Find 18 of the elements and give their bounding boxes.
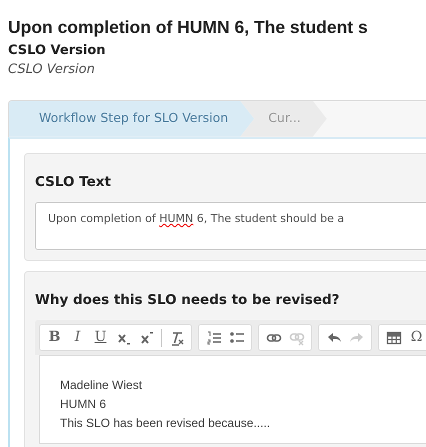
bulleted-list-icon[interactable] xyxy=(228,330,244,346)
editor-area[interactable]: Madeline Wiest HUMN 6 This SLO has been revised because..... xyxy=(39,355,426,444)
superscript-icon[interactable] xyxy=(138,330,154,346)
italic-button[interactable]: I xyxy=(67,327,88,348)
editor-text-line: HUMN 6 xyxy=(60,396,108,414)
workflow-step[interactable]: Workflow Step for SLO Version xyxy=(9,100,254,137)
editor-text-line: This SLO has been revised because..... xyxy=(60,415,272,432)
underline-button[interactable]: U xyxy=(90,327,111,348)
field-label: CSLO Text xyxy=(35,172,112,192)
record-type: CSLO Version xyxy=(8,42,106,60)
text-field[interactable]: Upon completion of HUMN 6, The student should be a xyxy=(35,202,426,250)
page-title: Upon completion of HUMN 6, The student s xyxy=(8,16,369,39)
editor-text-line: Madeline Wiest xyxy=(60,377,144,394)
bold-button[interactable]: B xyxy=(44,327,65,348)
numbered-list-icon[interactable] xyxy=(206,330,222,346)
record-type-caption: CSLO Version xyxy=(8,61,96,80)
table-icon[interactable] xyxy=(386,330,402,346)
field-label: Why does this SLO needs to be revised? xyxy=(35,291,340,310)
